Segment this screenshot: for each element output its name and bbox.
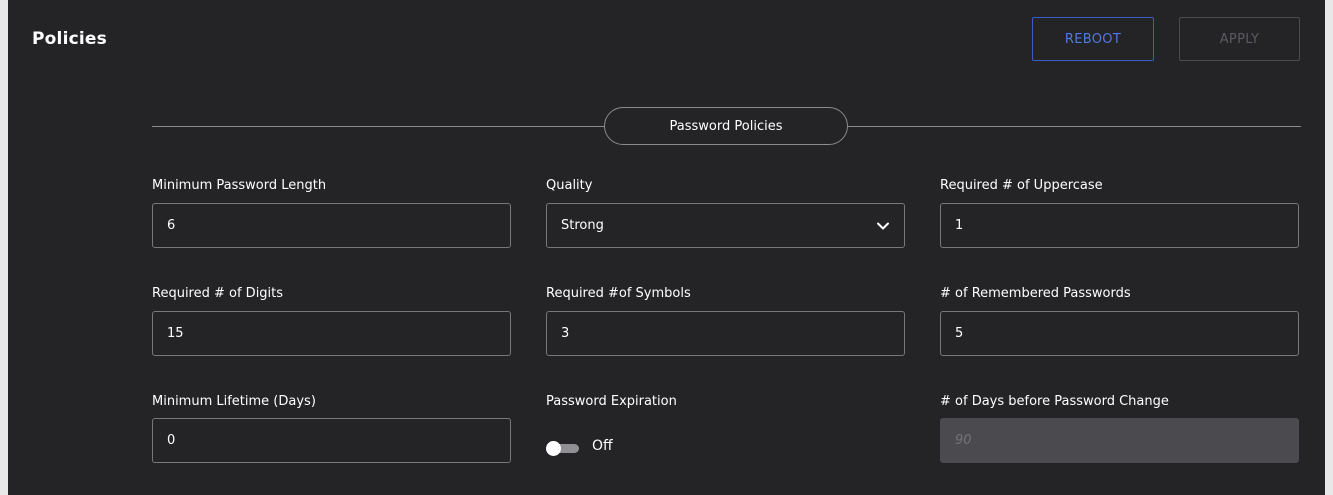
days-before-change-input [940, 418, 1299, 463]
apply-button[interactable]: APPLY [1179, 17, 1300, 61]
min-length-input[interactable] [152, 203, 511, 248]
symbols-input[interactable] [546, 311, 905, 356]
min-length-label: Minimum Password Length [152, 178, 327, 193]
remembered-label: # of Remembered Passwords [940, 286, 1131, 301]
digits-input[interactable] [152, 311, 511, 356]
expiration-label: Password Expiration [546, 394, 677, 409]
expiration-toggle[interactable] [546, 441, 579, 456]
toggle-thumb [546, 441, 561, 456]
page-title: Policies [32, 29, 107, 49]
days-before-change-label: # of Days before Password Change [940, 394, 1169, 409]
uppercase-label: Required # of Uppercase [940, 178, 1103, 193]
quality-select[interactable]: Strong [546, 203, 905, 248]
section-divider-right [848, 126, 1301, 127]
symbols-label: Required #of Symbols [546, 286, 691, 301]
section-divider-left [152, 126, 604, 127]
uppercase-input[interactable] [940, 203, 1299, 248]
quality-select-value: Strong [561, 218, 604, 233]
quality-label: Quality [546, 178, 593, 193]
expiration-state: Off [592, 438, 613, 454]
policies-panel: Policies REBOOT APPLY Password Policies … [8, 0, 1325, 495]
min-lifetime-input[interactable] [152, 418, 511, 463]
digits-label: Required # of Digits [152, 286, 284, 301]
section-title-password-policies: Password Policies [604, 107, 848, 145]
min-lifetime-label: Minimum Lifetime (Days) [152, 394, 316, 409]
remembered-input[interactable] [940, 311, 1299, 356]
chevron-down-icon [876, 219, 890, 233]
reboot-button[interactable]: REBOOT [1032, 17, 1154, 61]
